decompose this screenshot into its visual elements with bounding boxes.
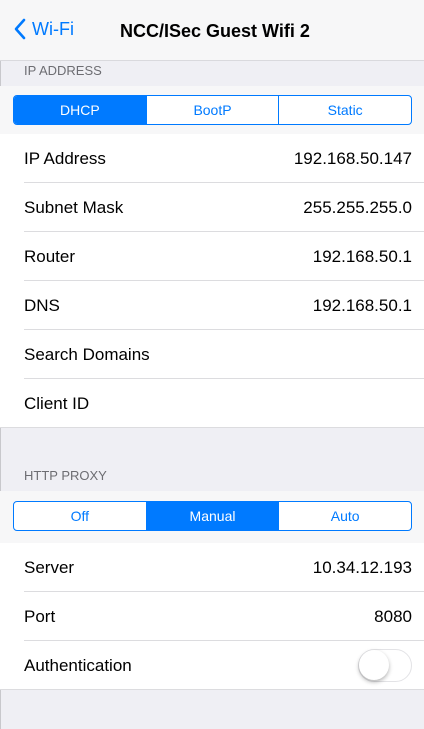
- search-domains-row[interactable]: Search Domains: [0, 330, 424, 379]
- row-value: 192.168.50.1: [312, 295, 412, 315]
- row-label: Server: [24, 557, 75, 577]
- port-row[interactable]: Port 8080: [0, 592, 424, 641]
- row-value: 192.168.50.1: [312, 246, 412, 266]
- navigation-bar: Wi-Fi NCC/ISec Guest Wifi 2: [0, 0, 424, 60]
- row-value: 255.255.255.0: [303, 197, 412, 217]
- segment-dhcp[interactable]: DHCP: [14, 96, 146, 124]
- segment-auto[interactable]: Auto: [278, 502, 411, 530]
- back-label: Wi-Fi: [32, 18, 74, 39]
- ip-settings-group: IP Address 192.168.50.147 Subnet Mask 25…: [0, 134, 424, 428]
- http-proxy-header: HTTP PROXY: [24, 468, 107, 483]
- dns-row[interactable]: DNS 192.168.50.1: [0, 281, 424, 330]
- row-value: 10.34.12.193: [312, 557, 412, 577]
- toggle-knob: [359, 650, 389, 680]
- proxy-settings-group: Server 10.34.12.193 Port 8080 Authentica…: [0, 543, 424, 690]
- row-label: Search Domains: [24, 344, 150, 364]
- row-label: Port: [24, 606, 56, 626]
- client-id-row[interactable]: Client ID: [0, 379, 424, 428]
- segment-static[interactable]: Static: [278, 96, 411, 124]
- row-label: Router: [24, 246, 76, 266]
- row-label: IP Address: [24, 148, 106, 168]
- authentication-row: Authentication: [0, 641, 424, 690]
- row-label: Subnet Mask: [24, 197, 124, 217]
- row-label: Client ID: [24, 393, 90, 413]
- row-label: Authentication: [24, 655, 132, 675]
- page-title: NCC/ISec Guest Wifi 2: [120, 21, 310, 41]
- proxy-mode-segmented-control: Off Manual Auto: [13, 501, 412, 531]
- chevron-left-icon: [14, 18, 26, 40]
- subnet-mask-row[interactable]: Subnet Mask 255.255.255.0: [0, 183, 424, 232]
- ip-mode-segmented-control: DHCP BootP Static: [13, 95, 412, 125]
- ip-address-header: IP ADDRESS: [0, 60, 424, 86]
- row-value: 8080: [374, 606, 412, 626]
- server-row[interactable]: Server 10.34.12.193: [0, 543, 424, 592]
- segment-manual[interactable]: Manual: [145, 502, 279, 530]
- row-value: 192.168.50.147: [293, 148, 412, 168]
- router-row[interactable]: Router 192.168.50.1: [0, 232, 424, 281]
- row-label: DNS: [24, 295, 60, 315]
- segment-bootp[interactable]: BootP: [145, 96, 279, 124]
- segment-off[interactable]: Off: [14, 502, 146, 530]
- back-button[interactable]: Wi-Fi: [14, 18, 74, 40]
- authentication-toggle[interactable]: [358, 649, 412, 682]
- ip-address-row[interactable]: IP Address 192.168.50.147: [0, 134, 424, 183]
